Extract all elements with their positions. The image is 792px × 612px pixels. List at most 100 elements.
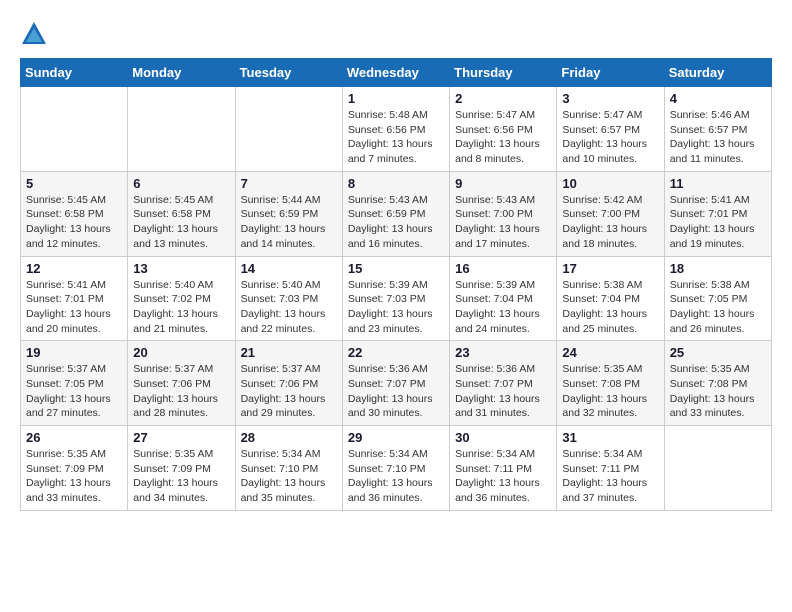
day-info: Sunrise: 5:40 AM Sunset: 7:03 PM Dayligh… — [241, 278, 337, 337]
day-number: 8 — [348, 176, 444, 191]
calendar-week-1: 1 Sunrise: 5:48 AM Sunset: 6:56 PM Daylig… — [21, 87, 772, 172]
calendar-cell: 31 Sunrise: 5:34 AM Sunset: 7:11 PM Dayli… — [557, 426, 664, 511]
calendar-cell: 2Sunrise: 5:47 AM Sunset: 6:56 PM Daylig… — [450, 87, 557, 172]
day-number: 30 — [455, 430, 551, 445]
day-number: 19 — [26, 345, 122, 360]
calendar-cell: 13Sunrise: 5:40 AM Sunset: 7:02 PM Dayli… — [128, 256, 235, 341]
day-number: 4 — [670, 91, 766, 106]
day-number: 23 — [455, 345, 551, 360]
calendar-cell: 23 Sunrise: 5:36 AM Sunset: 7:07 PM Dayli… — [450, 341, 557, 426]
calendar-cell: 17Sunrise: 5:38 AM Sunset: 7:04 PM Dayli… — [557, 256, 664, 341]
day-number: 12 — [26, 261, 122, 276]
col-saturday: Saturday — [664, 59, 771, 87]
calendar-cell — [128, 87, 235, 172]
calendar-cell: 10 Sunrise: 5:42 AM Sunset: 7:00 PM Dayli… — [557, 171, 664, 256]
day-info: Sunrise: 5:41 AM Sunset: 7:01 PM Dayligh… — [26, 278, 122, 337]
day-info: Sunrise: 5:35 AM Sunset: 7:09 PM Dayligh… — [133, 447, 229, 506]
day-number: 22 — [348, 345, 444, 360]
calendar-cell: 27 Sunrise: 5:35 AM Sunset: 7:09 PM Dayli… — [128, 426, 235, 511]
calendar-cell: 20 Sunrise: 5:37 AM Sunset: 7:06 PM Dayli… — [128, 341, 235, 426]
day-number: 17 — [562, 261, 658, 276]
logo — [20, 20, 52, 48]
calendar-cell: 24Sunrise: 5:35 AM Sunset: 7:08 PM Dayli… — [557, 341, 664, 426]
day-number: 11 — [670, 176, 766, 191]
logo-icon — [20, 20, 48, 48]
day-number: 31 — [562, 430, 658, 445]
day-info: Sunrise: 5:34 AM Sunset: 7:11 PM Dayligh… — [562, 447, 658, 506]
calendar-cell: 28Sunrise: 5:34 AM Sunset: 7:10 PM Dayli… — [235, 426, 342, 511]
day-info: Sunrise: 5:35 AM Sunset: 7:09 PM Dayligh… — [26, 447, 122, 506]
day-info: Sunrise: 5:41 AM Sunset: 7:01 PM Dayligh… — [670, 193, 766, 252]
day-number: 25 — [670, 345, 766, 360]
calendar-week-2: 5 Sunrise: 5:45 AM Sunset: 6:58 PM Daylig… — [21, 171, 772, 256]
day-number: 6 — [133, 176, 229, 191]
day-info: Sunrise: 5:39 AM Sunset: 7:04 PM Dayligh… — [455, 278, 551, 337]
page-header — [20, 20, 772, 48]
calendar-cell: 18Sunrise: 5:38 AM Sunset: 7:05 PM Dayli… — [664, 256, 771, 341]
day-info: Sunrise: 5:38 AM Sunset: 7:05 PM Dayligh… — [670, 278, 766, 337]
day-info: Sunrise: 5:34 AM Sunset: 7:11 PM Dayligh… — [455, 447, 551, 506]
calendar-cell: 6 Sunrise: 5:45 AM Sunset: 6:58 PM Daylig… — [128, 171, 235, 256]
day-number: 10 — [562, 176, 658, 191]
calendar-cell: 30 Sunrise: 5:34 AM Sunset: 7:11 PM Dayli… — [450, 426, 557, 511]
day-info: Sunrise: 5:37 AM Sunset: 7:06 PM Dayligh… — [133, 362, 229, 421]
calendar-cell: 7Sunrise: 5:44 AM Sunset: 6:59 PM Daylig… — [235, 171, 342, 256]
day-number: 7 — [241, 176, 337, 191]
calendar-cell: 9Sunrise: 5:43 AM Sunset: 7:00 PM Daylig… — [450, 171, 557, 256]
calendar-cell: 25Sunrise: 5:35 AM Sunset: 7:08 PM Dayli… — [664, 341, 771, 426]
calendar-week-3: 12 Sunrise: 5:41 AM Sunset: 7:01 PM Dayli… — [21, 256, 772, 341]
day-info: Sunrise: 5:36 AM Sunset: 7:07 PM Dayligh… — [348, 362, 444, 421]
day-number: 16 — [455, 261, 551, 276]
calendar-cell: 12 Sunrise: 5:41 AM Sunset: 7:01 PM Dayli… — [21, 256, 128, 341]
calendar-body: 1 Sunrise: 5:48 AM Sunset: 6:56 PM Daylig… — [21, 87, 772, 511]
col-thursday: Thursday — [450, 59, 557, 87]
col-monday: Monday — [128, 59, 235, 87]
day-info: Sunrise: 5:46 AM Sunset: 6:57 PM Dayligh… — [670, 108, 766, 167]
calendar-cell: 16 Sunrise: 5:39 AM Sunset: 7:04 PM Dayli… — [450, 256, 557, 341]
col-wednesday: Wednesday — [342, 59, 449, 87]
day-info: Sunrise: 5:39 AM Sunset: 7:03 PM Dayligh… — [348, 278, 444, 337]
calendar-cell: 21 Sunrise: 5:37 AM Sunset: 7:06 PM Dayli… — [235, 341, 342, 426]
day-number: 20 — [133, 345, 229, 360]
calendar-cell: 15 Sunrise: 5:39 AM Sunset: 7:03 PM Dayli… — [342, 256, 449, 341]
calendar-cell — [235, 87, 342, 172]
day-info: Sunrise: 5:45 AM Sunset: 6:58 PM Dayligh… — [26, 193, 122, 252]
day-number: 14 — [241, 261, 337, 276]
calendar-cell: 3 Sunrise: 5:47 AM Sunset: 6:57 PM Daylig… — [557, 87, 664, 172]
day-info: Sunrise: 5:42 AM Sunset: 7:00 PM Dayligh… — [562, 193, 658, 252]
calendar-cell — [664, 426, 771, 511]
day-info: Sunrise: 5:47 AM Sunset: 6:57 PM Dayligh… — [562, 108, 658, 167]
day-info: Sunrise: 5:37 AM Sunset: 7:06 PM Dayligh… — [241, 362, 337, 421]
day-number: 1 — [348, 91, 444, 106]
day-info: Sunrise: 5:36 AM Sunset: 7:07 PM Dayligh… — [455, 362, 551, 421]
day-number: 2 — [455, 91, 551, 106]
calendar-cell: 11 Sunrise: 5:41 AM Sunset: 7:01 PM Dayli… — [664, 171, 771, 256]
calendar-week-4: 19 Sunrise: 5:37 AM Sunset: 7:05 PM Dayli… — [21, 341, 772, 426]
day-info: Sunrise: 5:34 AM Sunset: 7:10 PM Dayligh… — [348, 447, 444, 506]
day-info: Sunrise: 5:48 AM Sunset: 6:56 PM Dayligh… — [348, 108, 444, 167]
day-info: Sunrise: 5:37 AM Sunset: 7:05 PM Dayligh… — [26, 362, 122, 421]
calendar-cell: 22 Sunrise: 5:36 AM Sunset: 7:07 PM Dayli… — [342, 341, 449, 426]
day-number: 21 — [241, 345, 337, 360]
calendar-cell: 29 Sunrise: 5:34 AM Sunset: 7:10 PM Dayli… — [342, 426, 449, 511]
day-info: Sunrise: 5:34 AM Sunset: 7:10 PM Dayligh… — [241, 447, 337, 506]
day-number: 29 — [348, 430, 444, 445]
day-number: 5 — [26, 176, 122, 191]
col-friday: Friday — [557, 59, 664, 87]
calendar-table: Sunday Monday Tuesday Wednesday Thursday… — [20, 58, 772, 511]
calendar-cell: 5 Sunrise: 5:45 AM Sunset: 6:58 PM Daylig… — [21, 171, 128, 256]
day-number: 3 — [562, 91, 658, 106]
col-tuesday: Tuesday — [235, 59, 342, 87]
day-info: Sunrise: 5:35 AM Sunset: 7:08 PM Dayligh… — [562, 362, 658, 421]
day-number: 13 — [133, 261, 229, 276]
calendar-header: Sunday Monday Tuesday Wednesday Thursday… — [21, 59, 772, 87]
calendar-week-5: 26Sunrise: 5:35 AM Sunset: 7:09 PM Dayli… — [21, 426, 772, 511]
calendar-cell: 14 Sunrise: 5:40 AM Sunset: 7:03 PM Dayli… — [235, 256, 342, 341]
day-info: Sunrise: 5:43 AM Sunset: 6:59 PM Dayligh… — [348, 193, 444, 252]
header-row: Sunday Monday Tuesday Wednesday Thursday… — [21, 59, 772, 87]
day-info: Sunrise: 5:45 AM Sunset: 6:58 PM Dayligh… — [133, 193, 229, 252]
day-info: Sunrise: 5:43 AM Sunset: 7:00 PM Dayligh… — [455, 193, 551, 252]
day-number: 15 — [348, 261, 444, 276]
day-number: 27 — [133, 430, 229, 445]
col-sunday: Sunday — [21, 59, 128, 87]
